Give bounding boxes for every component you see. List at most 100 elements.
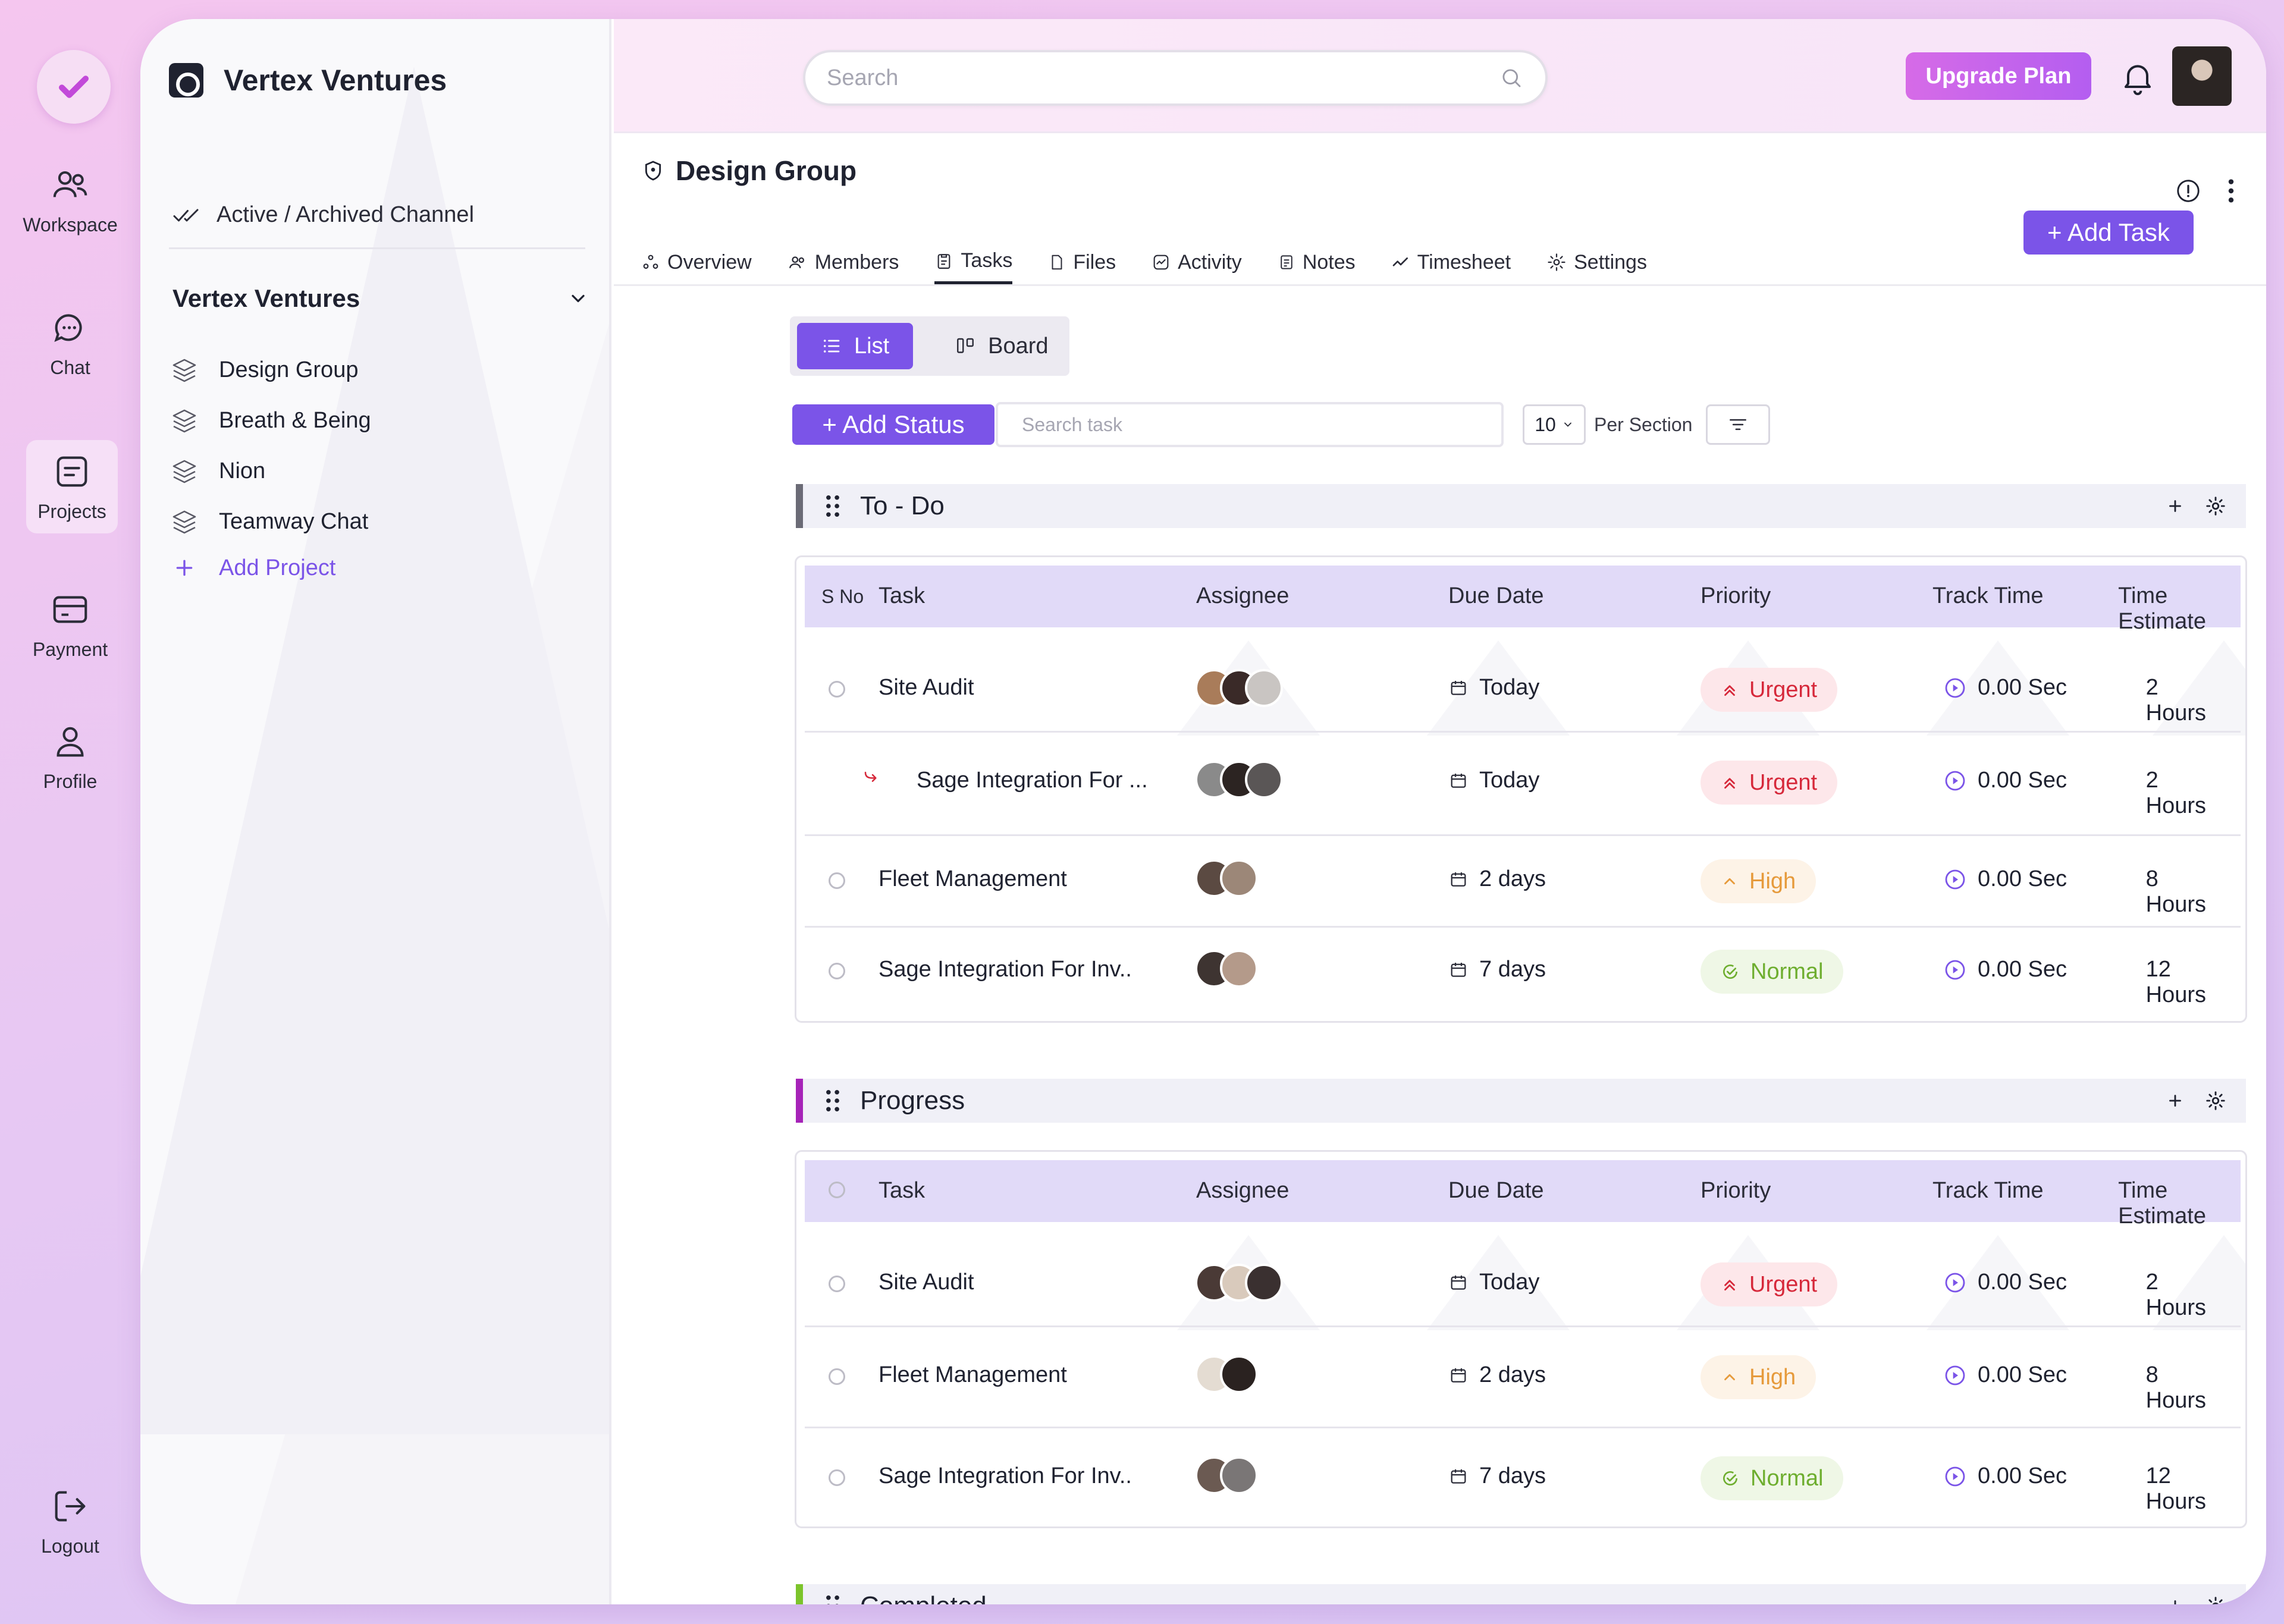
plus-icon[interactable] <box>2165 1091 2185 1111</box>
assignee-avatars[interactable] <box>1195 761 1283 799</box>
table-row[interactable]: Site Audit Today Urgent 0.00 Sec 2 Hours <box>805 645 2241 734</box>
row-select[interactable] <box>829 1368 845 1385</box>
app-logo[interactable] <box>37 50 111 124</box>
layers-icon <box>172 460 196 483</box>
priority[interactable]: Urgent <box>1701 761 1838 805</box>
assignee-avatars[interactable] <box>1195 1355 1258 1393</box>
user-avatar[interactable] <box>2172 46 2232 106</box>
table-row[interactable]: Sage Integration For Inv.. 7 days Normal <box>805 928 2241 1017</box>
rail-profile[interactable]: Profile <box>12 721 128 793</box>
tab-activity[interactable]: Activity <box>1152 240 1242 284</box>
table-row[interactable]: Sage Integration For Inv.. 7 days Normal <box>805 1429 2241 1524</box>
drag-handle-icon[interactable] <box>826 1595 840 1604</box>
task-name[interactable]: Fleet Management <box>879 866 1067 892</box>
track-time[interactable]: 0.00 Sec <box>1943 768 2067 793</box>
logout-icon <box>55 1491 86 1522</box>
tab-settings[interactable]: Settings <box>1546 240 1647 284</box>
archived-channel-label: Active / Archived Channel <box>217 202 475 227</box>
tab-members[interactable]: Members <box>788 240 899 284</box>
row-select[interactable] <box>829 681 845 698</box>
tab-tasks[interactable]: Tasks <box>934 240 1013 284</box>
due-date: 2 days <box>1448 1362 1546 1388</box>
assignee-avatars[interactable] <box>1195 1264 1283 1302</box>
project-item[interactable]: Design Group <box>170 345 371 395</box>
row-select[interactable] <box>829 963 845 979</box>
table-row[interactable]: Sage Integration For ... Today Urgent 0.… <box>805 733 2241 834</box>
rail-chat[interactable]: Chat <box>12 307 128 379</box>
gear-icon[interactable] <box>2204 495 2227 517</box>
sidebar-divider <box>169 247 585 249</box>
priority[interactable]: High <box>1701 1355 1816 1399</box>
archived-channel-link[interactable]: Active / Archived Channel <box>172 202 474 228</box>
drag-handle-icon[interactable] <box>826 495 840 517</box>
filter-button[interactable] <box>1706 404 1770 445</box>
bell-icon[interactable] <box>2119 58 2157 96</box>
tab-timesheet[interactable]: Timesheet <box>1391 240 1511 284</box>
tab-notes[interactable]: Notes <box>1278 240 1356 284</box>
project-item[interactable]: Nion <box>170 446 371 497</box>
upgrade-plan-button[interactable]: Upgrade Plan <box>1906 52 2091 100</box>
track-time[interactable]: 0.00 Sec <box>1943 957 2067 982</box>
project-item[interactable]: Breath & Being <box>170 395 371 446</box>
tab-files[interactable]: Files <box>1048 240 1116 284</box>
search-task-input[interactable] <box>996 402 1504 447</box>
priority[interactable]: Normal <box>1701 950 1844 994</box>
add-status-button[interactable]: + Add Status <box>792 404 994 445</box>
global-search[interactable] <box>803 50 1548 106</box>
table-row[interactable]: Fleet Management 2 days High 0.00 Sec 8 … <box>805 1328 2241 1427</box>
add-task-button[interactable]: + Add Task <box>2023 211 2194 255</box>
table-row[interactable]: Fleet Management 2 days High 0.00 Sec 8 … <box>805 837 2241 926</box>
track-time[interactable]: 0.00 Sec <box>1943 866 2067 892</box>
tab-overview[interactable]: Overview <box>641 240 752 284</box>
priority-text: High <box>1749 868 1796 894</box>
plus-icon[interactable] <box>2165 1596 2185 1604</box>
project-item[interactable]: Teamway Chat <box>170 497 371 547</box>
chevron-up-icon <box>1724 878 1735 885</box>
gear-icon[interactable] <box>2204 1595 2227 1604</box>
assignee-avatars[interactable] <box>1195 1456 1258 1494</box>
table-row[interactable]: Site Audit Today Urgent 0.00 Sec 2 Hours <box>805 1240 2241 1329</box>
row-select[interactable] <box>829 1276 845 1292</box>
avatar <box>1220 859 1258 897</box>
assignee-avatars[interactable] <box>1195 950 1258 988</box>
select-all-radio[interactable] <box>829 1182 845 1198</box>
gear-icon[interactable] <box>2204 1089 2227 1112</box>
search-input[interactable] <box>827 65 1499 91</box>
priority-badge-urgent: Urgent <box>1701 761 1838 805</box>
more-vertical-icon[interactable] <box>2227 177 2235 205</box>
play-circle-icon <box>1945 1365 1965 1385</box>
task-name[interactable]: Site Audit <box>879 675 974 701</box>
rail-projects[interactable]: Projects <box>26 440 118 533</box>
per-section-select[interactable]: 10 <box>1523 404 1586 445</box>
priority[interactable]: Urgent <box>1701 668 1838 712</box>
track-time[interactable]: 0.00 Sec <box>1943 1270 2067 1295</box>
priority[interactable]: Normal <box>1701 1456 1844 1500</box>
drag-handle-icon[interactable] <box>826 1089 840 1112</box>
task-name[interactable]: Site Audit <box>879 1270 974 1295</box>
info-icon[interactable] <box>2175 177 2202 205</box>
task-name[interactable]: Sage Integration For Inv.. <box>879 957 1132 982</box>
task-name[interactable]: Fleet Management <box>879 1362 1067 1388</box>
track-time[interactable]: 0.00 Sec <box>1943 675 2067 701</box>
rail-payment[interactable]: Payment <box>12 589 128 661</box>
search-icon[interactable] <box>1499 65 1524 90</box>
view-board-button[interactable]: Board <box>931 323 1072 369</box>
assignee-avatars[interactable] <box>1195 669 1283 707</box>
assignee-avatars[interactable] <box>1195 859 1258 897</box>
row-select[interactable] <box>829 872 845 889</box>
task-name[interactable]: Sage Integration For ... <box>917 768 1148 793</box>
plus-icon[interactable] <box>2165 496 2185 516</box>
workspace-section-toggle[interactable]: Vertex Ventures <box>172 284 589 313</box>
priority[interactable]: Urgent <box>1701 1262 1838 1306</box>
rail-workspace[interactable]: Workspace <box>12 164 128 236</box>
add-project-button[interactable]: Add Project <box>170 547 371 589</box>
track-time[interactable]: 0.00 Sec <box>1943 1463 2067 1489</box>
track-time-text: 0.00 Sec <box>1978 675 2067 700</box>
calendar-icon <box>1451 773 1466 788</box>
task-name[interactable]: Sage Integration For Inv.. <box>879 1463 1132 1489</box>
track-time[interactable]: 0.00 Sec <box>1943 1362 2067 1388</box>
row-select[interactable] <box>829 1469 845 1486</box>
priority[interactable]: High <box>1701 859 1816 903</box>
view-list-button[interactable]: List <box>797 323 914 369</box>
rail-logout[interactable]: Logout <box>12 1485 128 1557</box>
